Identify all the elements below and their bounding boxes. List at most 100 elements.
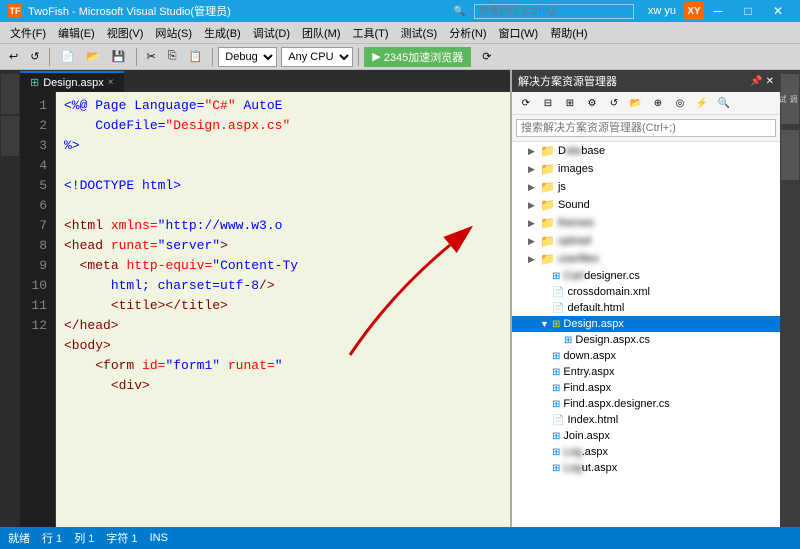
code-editor-panel: ⊞ Design.aspx × 1 2 3 4 5 6 7 8 9 10 [20,70,510,527]
toolbar-save[interactable]: 💾 [107,47,131,66]
tree-item-find-aspx[interactable]: ⊞ Find.aspx [512,380,780,396]
search-icon: 🔍 [453,6,465,17]
restore-button[interactable]: □ [734,1,762,21]
solution-search-input[interactable] [516,119,776,137]
tree-item-design-aspx-cs[interactable]: ⊞ Design.aspx.cs [512,332,780,348]
menu-team[interactable]: 团队(M) [296,23,347,43]
tree-item-blurred-logout[interactable]: ⊞ Logut.aspx [512,460,780,476]
window-title: TwoFish - Microsoft Visual Studio(管理员) [28,3,453,19]
toolbar-sep-4 [358,48,359,66]
tree-item-label: images [558,163,593,175]
menu-view[interactable]: 视图(V) [101,23,150,43]
folder-icon: 📁 [540,162,555,176]
toolbar-open[interactable]: 📂 [81,47,105,66]
sol-toolbar-collapse[interactable]: ⊟ [538,94,558,112]
file-icon: ⊞ [552,399,560,410]
play-icon: ▶ [372,50,380,63]
sol-toolbar-prop[interactable]: ⚡ [692,94,712,112]
menu-file[interactable]: 文件(F) [4,23,52,43]
tab-close-btn[interactable]: × [108,77,114,88]
tree-item-design-aspx[interactable]: ▼ ⊞ Design.aspx [512,316,780,332]
sol-toolbar-refresh[interactable]: ↺ [604,94,624,112]
sol-toolbar-settings[interactable]: ⚙ [582,94,602,112]
editor-tab-design-aspx[interactable]: ⊞ Design.aspx × [20,71,124,92]
tree-item-blurred-2[interactable]: ▶ 📁 upload [512,232,780,250]
panel-close-btn[interactable]: ✕ [766,76,774,87]
toolbar-refresh[interactable]: ⟳ [477,47,496,66]
toolbar-sep-1 [49,48,50,66]
tree-arrow: ▶ [528,218,540,229]
file-icon: ⊞ [552,383,560,394]
debug-mode-select[interactable]: Debug [218,47,277,67]
tree-item-images[interactable]: ▶ 📁 images [512,160,780,178]
code-area[interactable]: 1 2 3 4 5 6 7 8 9 10 11 12 <%@ Page Lang… [20,92,510,527]
menu-test[interactable]: 测试(S) [395,23,444,43]
tree-item-label: Cart [563,270,584,282]
right-tab-2[interactable] [781,130,799,180]
code-text[interactable]: <%@ Page Language="C#" AutoE CodeFile="D… [56,92,510,527]
menu-tools[interactable]: 工具(T) [347,23,395,43]
toolbar-btn-2[interactable]: ↺ [25,47,44,66]
sol-toolbar-add[interactable]: ⊕ [648,94,668,112]
file-icon: 📄 [552,303,564,314]
tree-item-crossdomain[interactable]: 📄 crossdomain.xml [512,284,780,300]
menu-window[interactable]: 窗口(W) [493,23,545,43]
pin-button[interactable]: 📌 [750,76,762,87]
menu-bar: 文件(F) 编辑(E) 视图(V) 网站(S) 生成(B) 调试(D) 团队(M… [0,22,800,44]
sol-toolbar-open[interactable]: 📂 [626,94,646,112]
tree-item-suffix: ut.aspx [582,462,617,474]
minimize-button[interactable]: ─ [704,1,732,21]
folder-icon: 📁 [540,216,555,230]
sol-toolbar-filter[interactable]: ⊞ [560,94,580,112]
tree-item-label: Find.aspx.designer.cs [563,398,669,410]
tab-label: Design.aspx [43,77,104,89]
menu-debug[interactable]: 调试(D) [247,23,296,43]
tree-item-join-aspx[interactable]: ⊞ Join.aspx [512,428,780,444]
sol-toolbar-show-all[interactable]: ◎ [670,94,690,112]
status-ins: INS [150,532,168,544]
code-line-5: <html xmlns="http://www.w3.o [64,216,502,236]
close-button[interactable]: ✕ [764,1,792,21]
tree-item-blurred-designer[interactable]: ⊞ Cartdesigner.cs [512,268,780,284]
tree-item-index-html[interactable]: 📄 Index.html [512,412,780,428]
tree-item-label: Sound [558,199,590,211]
menu-website[interactable]: 网站(S) [149,23,198,43]
menu-build[interactable]: 生成(B) [198,23,247,43]
toolbar-btn-1[interactable]: ↩ [4,47,23,66]
folder-icon: 📁 [540,198,555,212]
tree-item-down-aspx[interactable]: ⊞ down.aspx [512,348,780,364]
cpu-select[interactable]: Any CPU [281,47,353,67]
tree-item-blurred-3[interactable]: ▶ 📁 userfiles [512,250,780,268]
quick-launch-input[interactable] [474,4,634,19]
tree-item-blurred-aspx[interactable]: ⊞ Log.aspx [512,444,780,460]
menu-edit[interactable]: 编辑(E) [52,23,101,43]
side-tab-1[interactable] [1,74,19,114]
tree-item-blurred-1[interactable]: ▶ 📁 themes [512,214,780,232]
toolbar-cut[interactable]: ✂ [142,47,161,66]
toolbar-new[interactable]: 📄 [55,47,79,66]
menu-analyze[interactable]: 分析(N) [443,23,492,43]
side-tab-2[interactable] [1,116,19,156]
tree-item-suffix: .aspx [582,446,608,458]
code-line-12: <div> [64,376,502,396]
tree-item-js[interactable]: ▶ 📁 js [512,178,780,196]
tree-arrow: ▶ [528,146,540,157]
file-icon: ⊞ [552,463,560,474]
code-line-1b: CodeFile="Design.aspx.cs" [64,116,502,136]
toolbar-copy[interactable]: ⎘ [163,47,182,66]
code-line-10: <body> [64,336,502,356]
tree-item-default[interactable]: 📄 default.html [512,300,780,316]
sol-toolbar-sync[interactable]: ⟳ [516,94,536,112]
tree-item-entry-aspx[interactable]: ⊞ Entry.aspx [512,364,780,380]
tree-item-find-designer[interactable]: ⊞ Find.aspx.designer.cs [512,396,780,412]
code-line-7: <meta http-equiv="Content-Ty [64,256,502,276]
status-col: 列 1 [74,530,94,546]
right-tab-1[interactable]: 调试 [781,74,799,124]
solution-explorer-toolbar: ⟳ ⊟ ⊞ ⚙ ↺ 📂 ⊕ ◎ ⚡ 🔍 [512,92,780,115]
tree-item-database[interactable]: ▶ 📁 Database [512,142,780,160]
toolbar: ↩ ↺ 📄 📂 💾 ✂ ⎘ 📋 Debug Any CPU ▶ 2345加速浏览… [0,44,800,70]
toolbar-paste[interactable]: 📋 [184,47,208,66]
run-button[interactable]: ▶ 2345加速浏览器 [364,47,471,67]
menu-help[interactable]: 帮助(H) [544,23,593,43]
tree-item-sound[interactable]: ▶ 📁 Sound [512,196,780,214]
